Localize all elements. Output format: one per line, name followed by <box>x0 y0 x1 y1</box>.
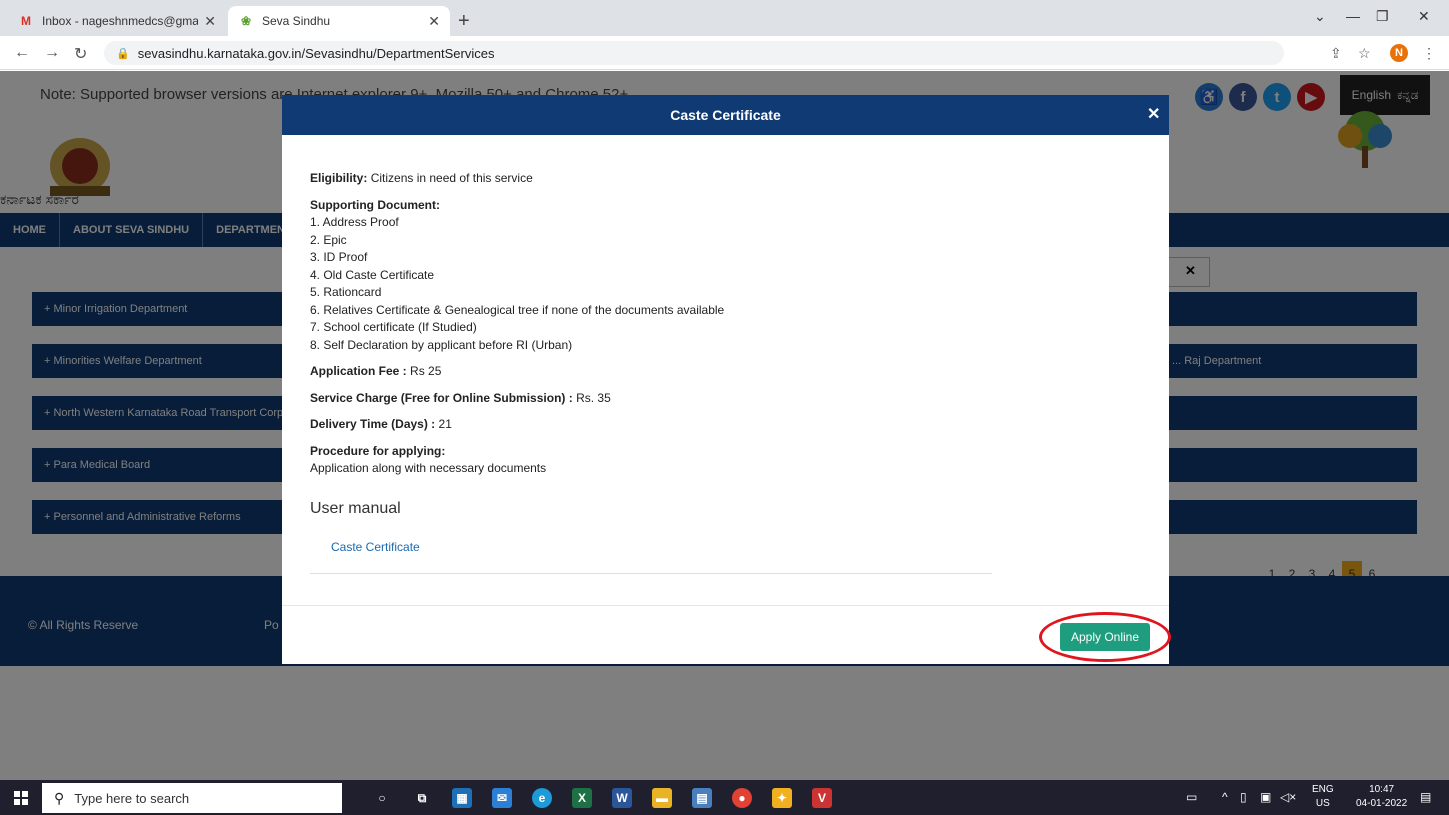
share-icon[interactable]: ⇪ <box>1330 45 1342 62</box>
file-explorer-icon[interactable]: ▬ <box>652 788 672 808</box>
user-manual-title: User manual <box>310 500 401 517</box>
bookmark-star-icon[interactable]: ☆ <box>1358 45 1371 62</box>
close-icon[interactable]: ✕ <box>428 13 440 30</box>
network-icon[interactable]: ▣ <box>1260 790 1271 804</box>
search-icon: ⚲ <box>54 789 65 806</box>
excel-icon[interactable]: X <box>572 788 592 808</box>
modal-title: Caste Certificate <box>670 107 781 123</box>
store-icon[interactable]: ▦ <box>452 788 472 808</box>
delivery-time-value: 21 <box>438 417 452 431</box>
eligibility-line: Eligibility: Citizens in need of this se… <box>310 170 1010 188</box>
application-fee-value: Rs 25 <box>410 364 442 378</box>
volume-icon[interactable]: ◁× <box>1280 790 1296 804</box>
url-text: sevasindhu.karnataka.gov.in/Sevasindhu/D… <box>137 45 495 61</box>
document-item: 5. Rationcard <box>310 285 382 299</box>
word-icon[interactable]: W <box>612 788 632 808</box>
address-bar: ← → ↻ 🔒 sevasindhu.karnataka.gov.in/Seva… <box>0 36 1449 70</box>
close-icon[interactable]: ✕ <box>204 13 216 30</box>
divider <box>282 605 1169 606</box>
minimize-icon[interactable]: — <box>1346 8 1360 24</box>
document-item: 4. Old Caste Certificate <box>310 267 435 282</box>
new-tab-plus-icon[interactable]: + <box>458 10 470 33</box>
document-item: 1. Address Proof <box>310 215 399 229</box>
taskbar-search-placeholder: Type here to search <box>74 790 190 806</box>
supporting-document-label: Supporting Document: <box>310 197 440 212</box>
application-fee-line: Application Fee : Rs 25 <box>310 364 442 378</box>
input-language[interactable]: ENG US <box>1312 783 1334 811</box>
modal-header: Caste Certificate ✕ <box>282 95 1169 135</box>
clock-date: 04-01-2022 <box>1356 798 1408 809</box>
profile-avatar[interactable]: N <box>1390 44 1408 62</box>
system-clock[interactable]: 10:47 04-01-2022 <box>1356 783 1407 811</box>
url-input[interactable]: 🔒 sevasindhu.karnataka.gov.in/Sevasindhu… <box>104 41 1284 65</box>
tab-seva-sindhu[interactable]: ❀ Seva Sindhu ✕ <box>228 6 450 36</box>
procedure-label: Procedure for applying: <box>310 443 446 458</box>
browser-tab-bar: M Inbox - nageshnmedcs@gmail.co ✕ ❀ Seva… <box>0 0 1449 36</box>
service-charge-value: Rs. 35 <box>576 390 611 405</box>
eligibility-label: Eligibility: <box>310 171 368 185</box>
network-app-icon[interactable]: ▤ <box>692 788 712 808</box>
chevron-down-icon[interactable]: ⌄ <box>1314 8 1326 25</box>
document-item: 2. Epic <box>310 232 347 247</box>
eligibility-value: Citizens in need of this service <box>370 171 533 185</box>
document-item: 7. School certificate (If Studied) <box>310 320 477 334</box>
app-icon[interactable]: ✦ <box>772 788 792 808</box>
tab-gmail-inbox[interactable]: M Inbox - nageshnmedcs@gmail.co ✕ <box>8 6 226 36</box>
tab-title: Inbox - nageshnmedcs@gmail.co <box>42 14 199 28</box>
windows-start-icon[interactable] <box>14 791 28 805</box>
document-item: 3. ID Proof <box>310 250 368 264</box>
keyboard-icon[interactable]: ▭ <box>1186 790 1197 804</box>
window-close-icon[interactable]: ✕ <box>1418 8 1430 25</box>
procedure-value: Application along with necessary documen… <box>310 461 547 475</box>
mail-icon[interactable]: ✉ <box>492 788 512 808</box>
cortana-icon[interactable]: ○ <box>372 788 392 808</box>
user-manual-link[interactable]: Caste Certificate <box>331 540 420 554</box>
forward-arrow-icon[interactable]: → <box>44 44 60 62</box>
gmail-icon: M <box>21 14 31 28</box>
chevron-up-icon[interactable]: ^ <box>1222 790 1228 804</box>
caste-certificate-modal: Caste Certificate ✕ Eligibility: Citizen… <box>282 95 1171 664</box>
kebab-menu-icon[interactable]: ⋮ <box>1422 45 1436 62</box>
notification-icon[interactable]: ▤ <box>1420 790 1431 804</box>
service-details: Eligibility: Citizens in need of this se… <box>310 170 1010 478</box>
task-view-icon[interactable]: ⧉ <box>412 788 432 808</box>
windows-taskbar: ⚲ Type here to search ○ ⧉ ▦ ✉ e X W ▬ ▤ … <box>0 780 1449 815</box>
chrome-icon[interactable]: ● <box>732 788 752 808</box>
vlc-app-icon[interactable]: V <box>812 788 832 808</box>
battery-icon[interactable]: ▯ <box>1240 790 1247 804</box>
lock-icon: 🔒 <box>116 47 130 60</box>
document-item: 6. Relatives Certificate & Genealogical … <box>310 302 725 317</box>
divider <box>310 573 992 574</box>
service-charge-line: Service Charge (Free for Online Submissi… <box>310 390 611 405</box>
tab-title: Seva Sindhu <box>262 14 331 28</box>
close-icon[interactable]: ✕ <box>1147 104 1160 124</box>
taskbar-search-input[interactable]: ⚲ Type here to search <box>42 783 342 813</box>
back-arrow-icon[interactable]: ← <box>14 44 30 62</box>
restore-icon[interactable]: ❐ <box>1376 8 1389 25</box>
delivery-time-line: Delivery Time (Days) : 21 <box>310 417 452 431</box>
document-item: 8. Self Declaration by applicant before … <box>310 337 573 352</box>
highlight-circle-annotation <box>1039 612 1171 662</box>
seva-sindhu-icon: ❀ <box>240 14 252 28</box>
edge-icon[interactable]: e <box>532 788 552 808</box>
clock-time: 10:47 <box>1369 784 1395 795</box>
reload-icon[interactable]: ↻ <box>74 44 87 64</box>
